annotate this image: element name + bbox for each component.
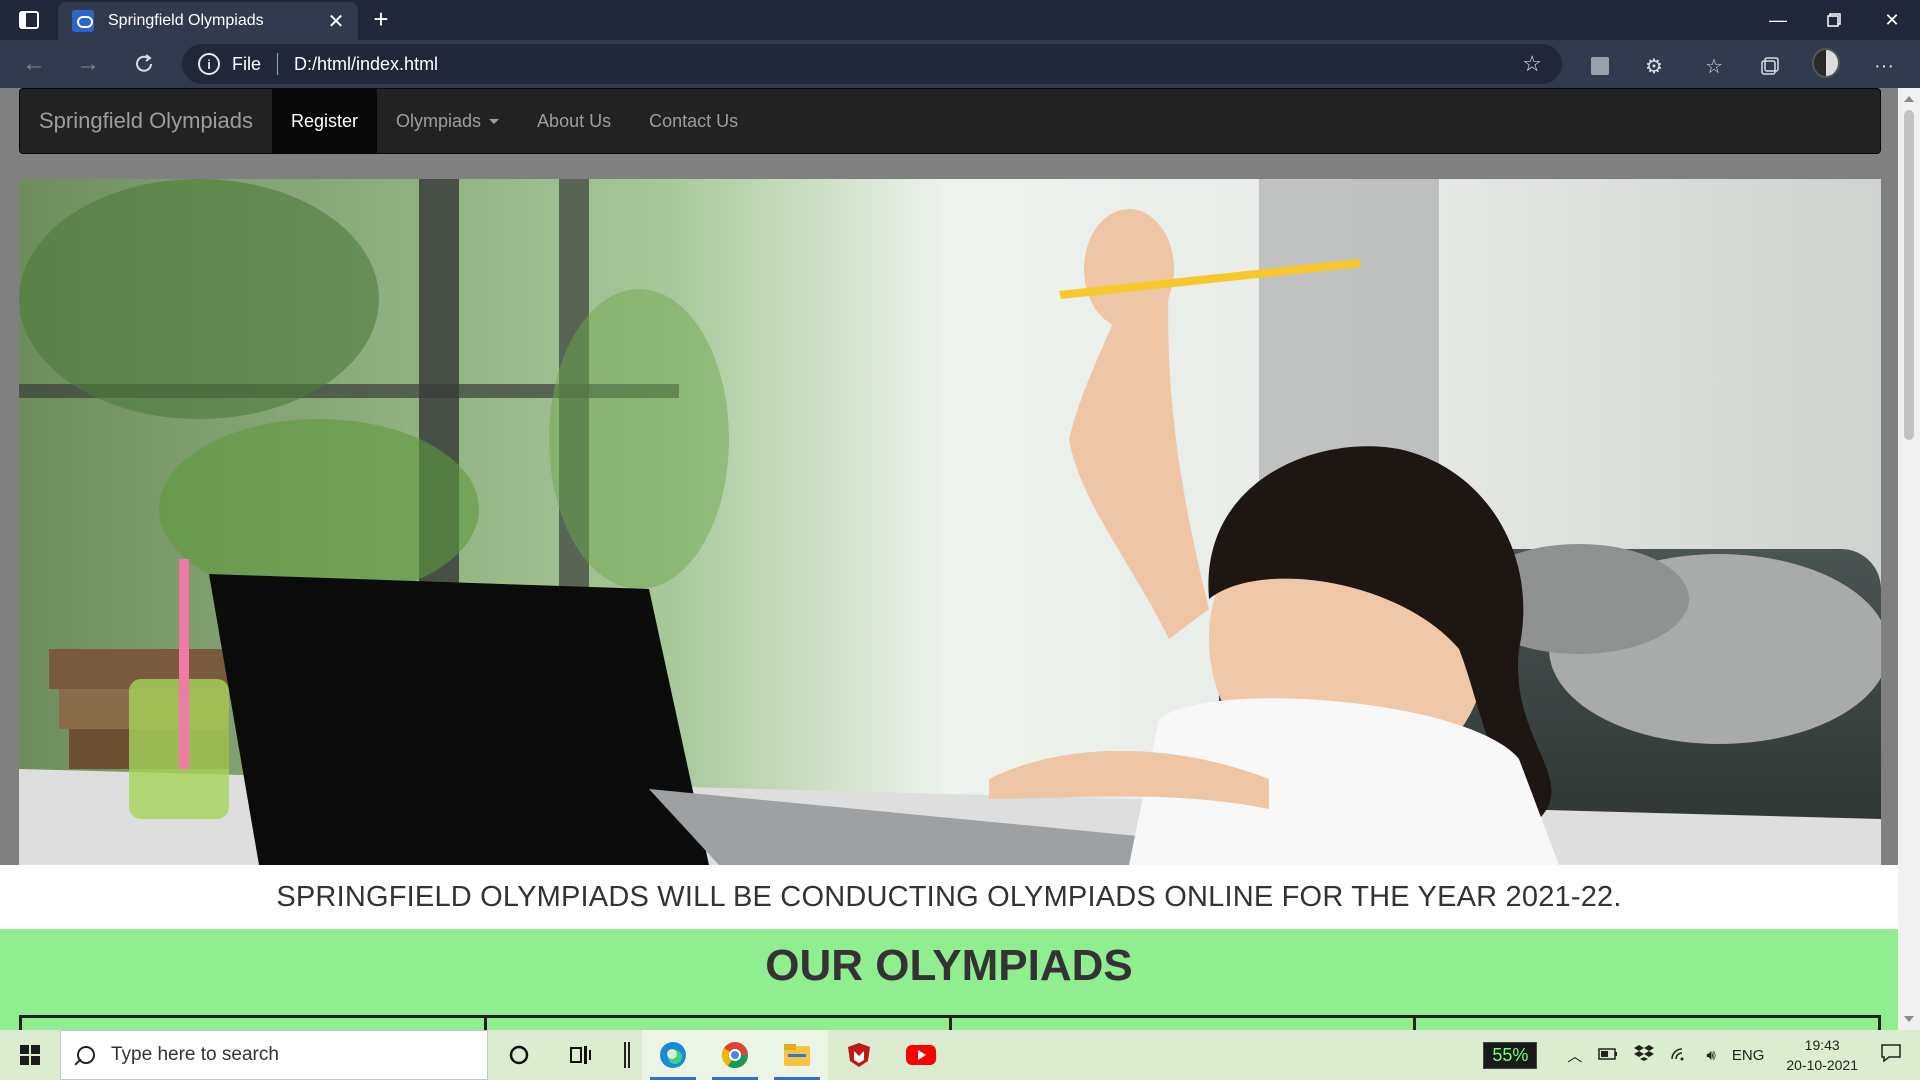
- announcement-text: SPRINGFIELD OLYMPIADS WILL BE CONDUCTING…: [276, 880, 1622, 913]
- wifi-icon[interactable]: [1670, 1045, 1690, 1065]
- section-title: OUR OLYMPIADS: [765, 941, 1133, 990]
- start-button[interactable]: [0, 1030, 60, 1080]
- url-scheme-label: File: [232, 53, 262, 74]
- refresh-icon[interactable]: [126, 48, 162, 80]
- scroll-down-icon[interactable]: [1904, 1016, 1914, 1022]
- show-hidden-icons-chevron-icon[interactable]: ︿: [1567, 1045, 1582, 1066]
- cortana-icon[interactable]: [488, 1030, 550, 1080]
- taskbar-divider: [612, 1030, 642, 1080]
- hero-image: [19, 179, 1881, 865]
- notifications-icon[interactable]: [1880, 1043, 1902, 1067]
- file-explorer-icon[interactable]: [766, 1030, 828, 1080]
- task-view-icon[interactable]: [550, 1030, 612, 1080]
- olympiad-card[interactable]: [948, 1018, 1414, 1030]
- profile-avatar[interactable]: [1812, 48, 1840, 78]
- site-navbar: Springfield Olympiads Register Olympiads…: [19, 88, 1881, 154]
- language-indicator[interactable]: ENG: [1732, 1047, 1765, 1064]
- browser-titlebar: Springfield Olympiads ✕ + — ✕: [0, 0, 1920, 40]
- olympiad-card[interactable]: [483, 1018, 949, 1030]
- browser-toolbar: ← → i File D:/html/index.html ☆ ⚙ ☆ ···: [0, 40, 1920, 88]
- clock-date: 20-10-2021: [1786, 1057, 1858, 1073]
- favorites-icon[interactable]: ☆: [1700, 52, 1728, 80]
- youtube-icon[interactable]: [890, 1030, 952, 1080]
- nav-about-us[interactable]: About Us: [518, 89, 630, 153]
- caret-down-icon: [489, 118, 500, 124]
- info-icon[interactable]: i: [198, 53, 220, 75]
- battery-percentage[interactable]: 55%: [1483, 1041, 1538, 1069]
- site-favicon-icon: [72, 10, 94, 32]
- page-scrollbar[interactable]: [1898, 88, 1920, 1030]
- restore-button[interactable]: [1806, 0, 1862, 40]
- nav-register[interactable]: Register: [271, 89, 378, 153]
- tab-title: Springfield Olympiads: [108, 12, 264, 29]
- announcement-band: SPRINGFIELD OLYMPIADS WILL BE CONDUCTING…: [0, 865, 1898, 929]
- extension-square-icon[interactable]: [1586, 52, 1614, 80]
- dropbox-icon[interactable]: [1634, 1044, 1655, 1066]
- nav-contact-us[interactable]: Contact Us: [630, 89, 757, 153]
- back-icon[interactable]: ←: [16, 48, 52, 80]
- windows-taskbar: Type here to search 55% ︿ 🔊︎ ENG 19:43 2…: [0, 1030, 1920, 1080]
- forward-icon[interactable]: →: [70, 48, 106, 80]
- nav-olympiads-dropdown[interactable]: Olympiads: [377, 89, 518, 153]
- url-text[interactable]: D:/html/index.html: [294, 54, 1522, 75]
- search-placeholder: Type here to search: [111, 1044, 279, 1065]
- address-bar[interactable]: i File D:/html/index.html ☆: [182, 44, 1562, 84]
- address-separator: [277, 53, 279, 75]
- site-brand-link[interactable]: Springfield Olympiads: [20, 89, 272, 153]
- close-tab-icon[interactable]: ✕: [322, 9, 350, 34]
- collections-icon[interactable]: [1756, 52, 1784, 80]
- mcafee-icon[interactable]: [828, 1030, 890, 1080]
- scroll-up-icon[interactable]: [1904, 96, 1914, 102]
- scroll-thumb[interactable]: [1904, 110, 1914, 440]
- add-favorite-icon[interactable]: ☆: [1522, 51, 1542, 77]
- nav-olympiads-label: Olympiads: [396, 110, 482, 131]
- olympiads-table: [19, 1015, 1881, 1030]
- close-window-button[interactable]: ✕: [1864, 0, 1920, 40]
- tab-actions-icon[interactable]: [14, 8, 44, 32]
- browser-tab[interactable]: Springfield Olympiads ✕: [58, 2, 358, 40]
- minimize-button[interactable]: —: [1750, 0, 1806, 40]
- edge-browser-icon[interactable]: [642, 1030, 704, 1080]
- system-tray: 55% ︿ 🔊︎ ENG 19:43 20-10-2021: [1483, 1030, 1920, 1080]
- taskbar-search-box[interactable]: Type here to search: [60, 1030, 488, 1080]
- taskbar-clock[interactable]: 19:43 20-10-2021: [1786, 1035, 1858, 1075]
- new-tab-button[interactable]: +: [366, 4, 396, 35]
- more-options-icon[interactable]: ···: [1870, 52, 1898, 80]
- windows-logo-icon: [20, 1045, 40, 1065]
- olympiad-card[interactable]: [19, 1018, 484, 1030]
- search-icon: [77, 1046, 95, 1064]
- battery-icon[interactable]: [1598, 1047, 1618, 1064]
- chrome-icon[interactable]: [704, 1030, 766, 1080]
- olympiads-section: OUR OLYMPIADS: [0, 929, 1898, 1030]
- clock-time: 19:43: [1804, 1037, 1840, 1053]
- extensions-puzzle-icon[interactable]: ⚙: [1640, 52, 1668, 80]
- volume-icon[interactable]: 🔊︎: [1706, 1047, 1715, 1064]
- olympiad-card[interactable]: [1413, 1018, 1881, 1030]
- page-viewport: Springfield Olympiads Register Olympiads…: [0, 88, 1920, 1030]
